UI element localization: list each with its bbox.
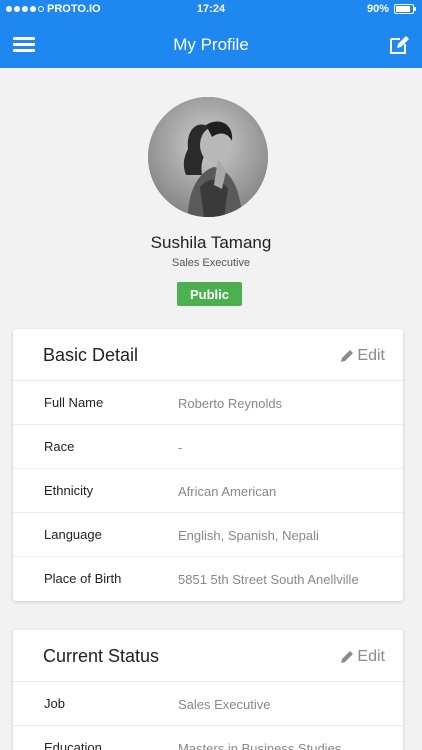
table-row: Education Masters in Business Studies [13,726,403,750]
card-title: Current Status [43,646,160,666]
current-status-card: Current Status Edit Job Sales Executive … [13,630,403,750]
row-value: - [178,440,183,455]
battery-status: 90% [366,3,416,15]
current-status-edit-button[interactable]: Edit [340,648,385,666]
basic-detail-rows: Full Name Roberto Reynolds Race - Ethnic… [13,381,403,601]
table-row: Race - [13,425,403,469]
current-status-rows: Job Sales Executive Education Masters in… [13,682,403,750]
table-row: Job Sales Executive [13,682,403,726]
basic-detail-edit-button[interactable]: Edit [340,347,385,365]
row-value: Roberto Reynolds [178,396,283,411]
battery-percent: 90% [366,3,389,15]
row-label: Full Name [44,395,104,410]
battery-icon [394,4,416,14]
pencil-icon [341,350,354,362]
row-label: Job [44,696,65,711]
table-row: Language English, Spanish, Nepali [13,513,403,557]
edit-icon[interactable] [388,34,410,56]
row-label: Language [44,527,102,542]
table-row: Place of Birth 5851 5th Street South Ane… [13,557,403,601]
row-label: Education [44,740,102,750]
table-row: Ethnicity African American [13,469,403,513]
row-value: Masters in Business Studies [178,741,342,750]
row-value: English, Spanish, Nepali [178,528,319,543]
row-label: Race [44,439,75,454]
row-label: Ethnicity [44,483,94,498]
edit-label: Edit [357,648,385,665]
profile-role: Sales Executive [171,257,251,269]
status-time: 17:24 [196,3,226,15]
edit-label: Edit [357,347,385,364]
card-header: Basic Detail Edit [13,329,403,381]
card-title: Basic Detail [43,345,139,365]
basic-detail-card: Basic Detail Edit Full Name Roberto Reyn… [13,329,403,601]
table-row: Full Name Roberto Reynolds [13,381,403,425]
avatar [148,97,268,217]
page-title: My Profile [173,35,249,54]
navbar: My Profile [0,20,422,68]
row-value: African American [178,484,277,499]
app-header: PROTO.IO 17:24 90% My Profile [0,0,422,68]
row-value: Sales Executive [178,697,271,712]
row-value: 5851 5th Street South Anellville [178,572,359,587]
visibility-badge: Public [177,282,242,306]
profile-name: Sushila Tamang [150,233,272,252]
card-header: Current Status Edit [13,630,403,682]
status-bar: PROTO.IO 17:24 90% [0,0,422,20]
row-label: Place of Birth [44,571,122,586]
pencil-icon [341,651,354,663]
